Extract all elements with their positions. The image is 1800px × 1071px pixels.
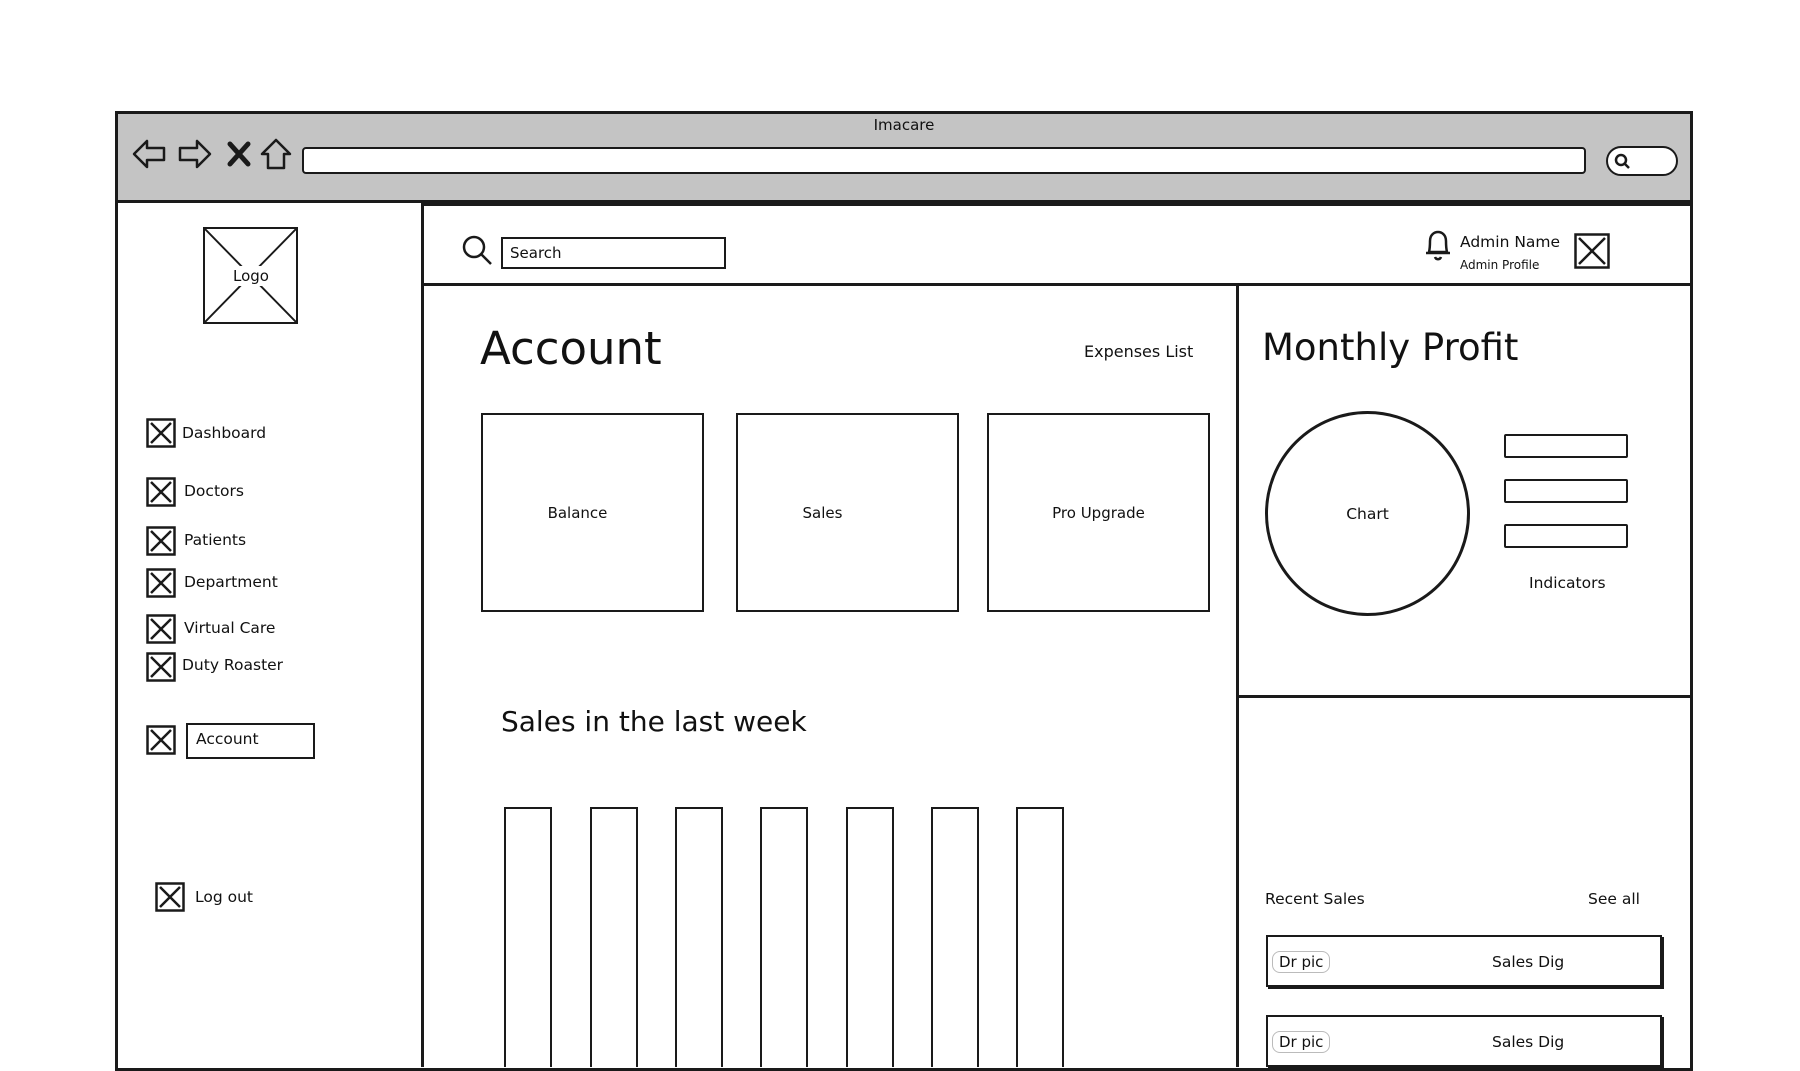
search-icon: [1614, 153, 1630, 169]
card-label: Pro Upgrade: [1052, 503, 1145, 522]
sale-label: Sales Dig: [1492, 1033, 1565, 1051]
forward-arrow-icon[interactable]: [177, 136, 213, 172]
sidebar-item-dashboard[interactable]: Dashboard: [146, 418, 446, 452]
sidebar-item-patients[interactable]: Patients: [146, 526, 446, 560]
duty-roaster-icon: [146, 652, 176, 682]
header-bottom-border: [421, 283, 1693, 286]
balance-card[interactable]: Balance: [481, 413, 704, 612]
doctor-pic: Dr pic: [1272, 1031, 1331, 1053]
sales-week-title: Sales in the last week: [501, 705, 807, 738]
avatar[interactable]: [1574, 233, 1610, 269]
logo-label: Logo: [229, 266, 273, 286]
indicators-label: Indicators: [1529, 574, 1606, 592]
indicator-bar: [1504, 434, 1628, 458]
account-icon: [146, 725, 176, 755]
window-title: Imacare: [873, 116, 935, 134]
chart-bar: [760, 807, 808, 1067]
sidebar-item-duty-roaster[interactable]: Duty Roaster: [146, 652, 446, 686]
logout-icon: [155, 882, 185, 912]
recent-sale-item[interactable]: Dr pic Sales Dig: [1266, 1015, 1662, 1067]
doctors-icon: [146, 477, 176, 507]
address-bar[interactable]: [302, 147, 1586, 174]
chart-label: Chart: [1346, 504, 1389, 523]
right-panel-separator: [1236, 695, 1693, 698]
sidebar-item-account[interactable]: Account: [146, 721, 446, 761]
profit-pie-chart: Chart: [1265, 411, 1470, 616]
sidebar-item-label: Doctors: [184, 482, 244, 500]
recent-sales-title: Recent Sales: [1265, 890, 1365, 908]
search-input[interactable]: Search: [501, 237, 726, 269]
admin-name[interactable]: Admin Name: [1460, 233, 1560, 251]
logout-label: Log out: [195, 888, 253, 906]
sidebar-item-doctors[interactable]: Doctors: [146, 477, 446, 511]
sidebar-item-label: Account: [196, 730, 259, 748]
monthly-profit-title: Monthly Profit: [1262, 326, 1519, 369]
page-title: Account: [480, 322, 662, 375]
sidebar-item-label: Virtual Care: [184, 619, 276, 637]
sidebar-item-virtual-care[interactable]: Virtual Care: [146, 614, 446, 648]
card-label: Balance: [547, 503, 608, 522]
sidebar-item-label: Duty Roaster: [182, 656, 284, 674]
chart-bar: [931, 807, 979, 1067]
chart-bar: [1016, 807, 1064, 1067]
indicator-bar: [1504, 524, 1628, 548]
expenses-list-link[interactable]: Expenses List: [1084, 342, 1193, 361]
bell-icon[interactable]: [1424, 228, 1452, 262]
logout-button[interactable]: Log out: [155, 882, 355, 916]
recent-sale-item[interactable]: Dr pic Sales Dig: [1266, 935, 1662, 987]
logo-placeholder: Logo: [203, 227, 298, 324]
close-icon[interactable]: [224, 136, 254, 172]
chart-bar: [504, 807, 552, 1067]
card-label: Sales: [802, 503, 843, 522]
dashboard-icon: [146, 418, 176, 448]
sales-bar-chart: [504, 807, 1064, 1067]
home-icon[interactable]: [258, 136, 294, 172]
sidebar-item-label: Dashboard: [182, 424, 267, 442]
back-arrow-icon[interactable]: [131, 136, 167, 172]
indicator-bar: [1504, 479, 1628, 503]
pro-upgrade-card[interactable]: Pro Upgrade: [987, 413, 1210, 612]
chart-bar: [675, 807, 723, 1067]
sidebar-item-label: Patients: [184, 531, 247, 549]
header-top-border: [421, 203, 1693, 206]
see-all-link[interactable]: See all: [1588, 890, 1640, 908]
chart-bar: [590, 807, 638, 1067]
admin-profile-link[interactable]: Admin Profile: [1460, 258, 1539, 272]
right-panel-divider: [1236, 283, 1239, 1067]
doctor-pic: Dr pic: [1272, 951, 1331, 973]
browser-search-button[interactable]: [1606, 146, 1678, 176]
chart-bar: [846, 807, 894, 1067]
sales-card[interactable]: Sales: [736, 413, 959, 612]
search-icon[interactable]: [461, 234, 493, 266]
department-icon: [146, 568, 176, 598]
patients-icon: [146, 526, 176, 556]
sidebar-item-department[interactable]: Department: [146, 568, 446, 602]
virtual-care-icon: [146, 614, 176, 644]
sidebar-item-label: Department: [184, 573, 278, 591]
search-placeholder: Search: [510, 244, 562, 262]
sale-label: Sales Dig: [1492, 953, 1565, 971]
